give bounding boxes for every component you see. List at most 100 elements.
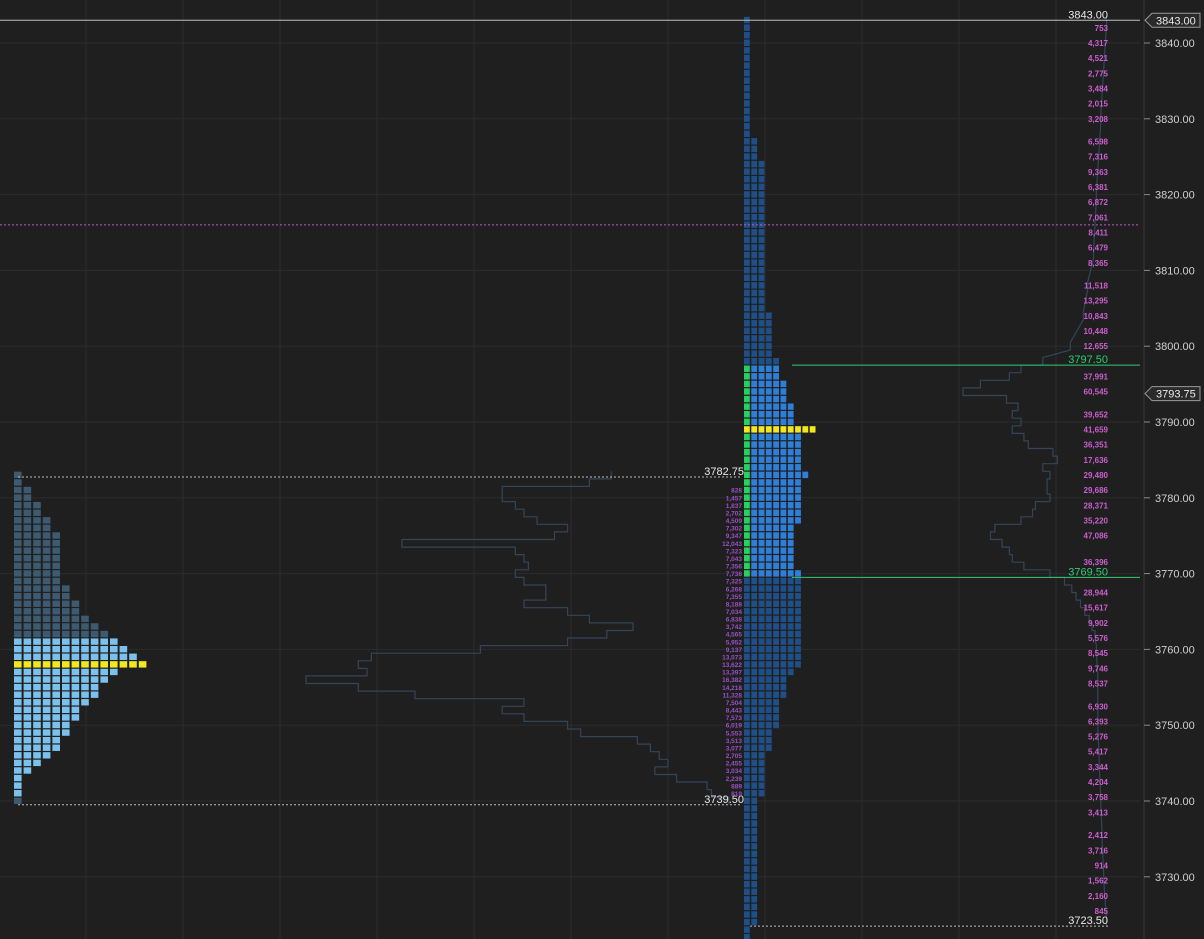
left-profile-block	[33, 555, 41, 562]
right-volume-label: 4,204	[1088, 778, 1109, 787]
main-profile-block	[751, 873, 758, 880]
left-profile-block	[81, 615, 89, 623]
main-profile-block	[744, 608, 750, 615]
left-profile-block	[90, 653, 99, 660]
left-profile-block	[90, 623, 99, 630]
main-profile-block	[744, 24, 750, 31]
main-profile-block	[795, 448, 801, 456]
left-profile-block	[14, 782, 22, 789]
main-profile-block	[773, 638, 779, 645]
main-profile-block	[744, 790, 750, 797]
main-profile-block	[751, 160, 758, 168]
main-profile-block	[765, 539, 772, 547]
left-profile-block	[14, 721, 22, 729]
left-profile-block	[23, 653, 32, 660]
axis-tick-label: 3770.00	[1155, 569, 1195, 581]
main-profile-block	[773, 630, 779, 638]
main-profile-block	[765, 592, 772, 600]
main-profile-block	[744, 646, 750, 653]
left-profile-block	[62, 585, 70, 592]
main-profile-block	[744, 759, 750, 767]
main-profile-block	[751, 486, 758, 494]
left-profile-block	[71, 623, 80, 630]
left-profile-block	[14, 600, 22, 607]
main-profile-block	[765, 721, 772, 729]
main-profile-block	[765, 441, 772, 448]
main-profile-block	[744, 267, 750, 274]
main-profile-block	[751, 168, 758, 175]
main-profile-block	[758, 365, 765, 372]
left-profile-block	[90, 646, 99, 653]
main-profile-block	[744, 100, 750, 107]
main-profile-block	[773, 517, 779, 524]
main-profile-block	[787, 585, 794, 592]
left-poc-block	[100, 661, 108, 668]
main-profile-block	[773, 479, 779, 486]
main-profile-block	[744, 471, 750, 479]
main-profile-block	[758, 448, 765, 456]
main-profile-block	[780, 380, 787, 388]
left-profile-block	[14, 797, 22, 804]
main-profile-block	[787, 577, 794, 585]
main-profile-block	[765, 486, 772, 494]
left-profile-block	[81, 630, 89, 638]
main-profile-block	[751, 752, 758, 759]
main-profile-block	[751, 782, 758, 789]
left-profile-block	[100, 646, 108, 653]
main-profile-block	[744, 539, 750, 547]
left-profile-block	[62, 638, 70, 645]
main-profile-block	[751, 615, 758, 623]
left-profile-block	[71, 668, 80, 676]
left-profile-block	[23, 547, 32, 554]
left-profile-block	[42, 714, 51, 721]
middle-volume-label: 5,952	[726, 639, 743, 646]
main-profile-block	[758, 532, 765, 539]
main-profile-block	[744, 547, 750, 554]
main-profile-block	[773, 418, 779, 425]
axis-tick-label: 3750.00	[1155, 720, 1195, 732]
left-profile-block	[52, 736, 60, 744]
main-profile-block	[758, 585, 765, 592]
left-profile-block	[33, 699, 41, 706]
main-profile-block	[751, 441, 758, 448]
right-volume-label: 28,371	[1084, 501, 1109, 510]
left-profile-block	[52, 539, 60, 547]
main-profile-block	[765, 744, 772, 751]
left-profile-block	[33, 721, 41, 729]
main-profile-block	[751, 820, 758, 827]
left-profile-block	[100, 676, 108, 683]
main-profile-block	[758, 395, 765, 403]
main-profile-block	[758, 297, 765, 304]
left-profile-block	[62, 668, 70, 676]
main-profile-block	[744, 592, 750, 600]
left-profile-block	[33, 592, 41, 600]
left-profile-block	[81, 683, 89, 691]
left-profile-block	[14, 736, 22, 744]
left-profile-block	[42, 668, 51, 676]
right-volume-label: 17,636	[1084, 456, 1109, 465]
last-price-tag-label: 3843.00	[1156, 15, 1196, 27]
left-profile-block	[52, 653, 60, 660]
main-profile-block	[765, 608, 772, 615]
left-profile-block	[42, 638, 51, 645]
main-profile-block	[787, 464, 794, 471]
main-profile-block	[751, 229, 758, 236]
left-profile-block	[110, 653, 118, 660]
left-profile-block	[52, 638, 60, 645]
main-profile-block	[751, 471, 758, 479]
main-profile-block	[787, 433, 794, 441]
main-profile-block	[758, 274, 765, 281]
main-profile-block	[744, 69, 750, 77]
left-profile-block	[81, 638, 89, 645]
left-profile-block	[52, 699, 60, 706]
main-profile-block	[780, 448, 787, 456]
main-profile-block	[765, 456, 772, 463]
left-profile-block	[14, 585, 22, 592]
main-profile-block	[773, 615, 779, 623]
main-profile-block	[751, 342, 758, 350]
main-poc-block	[758, 426, 765, 433]
main-profile-block	[773, 388, 779, 395]
main-profile-block	[773, 668, 779, 676]
middle-volume-label: 2,705	[726, 753, 743, 760]
main-profile-block	[751, 706, 758, 714]
